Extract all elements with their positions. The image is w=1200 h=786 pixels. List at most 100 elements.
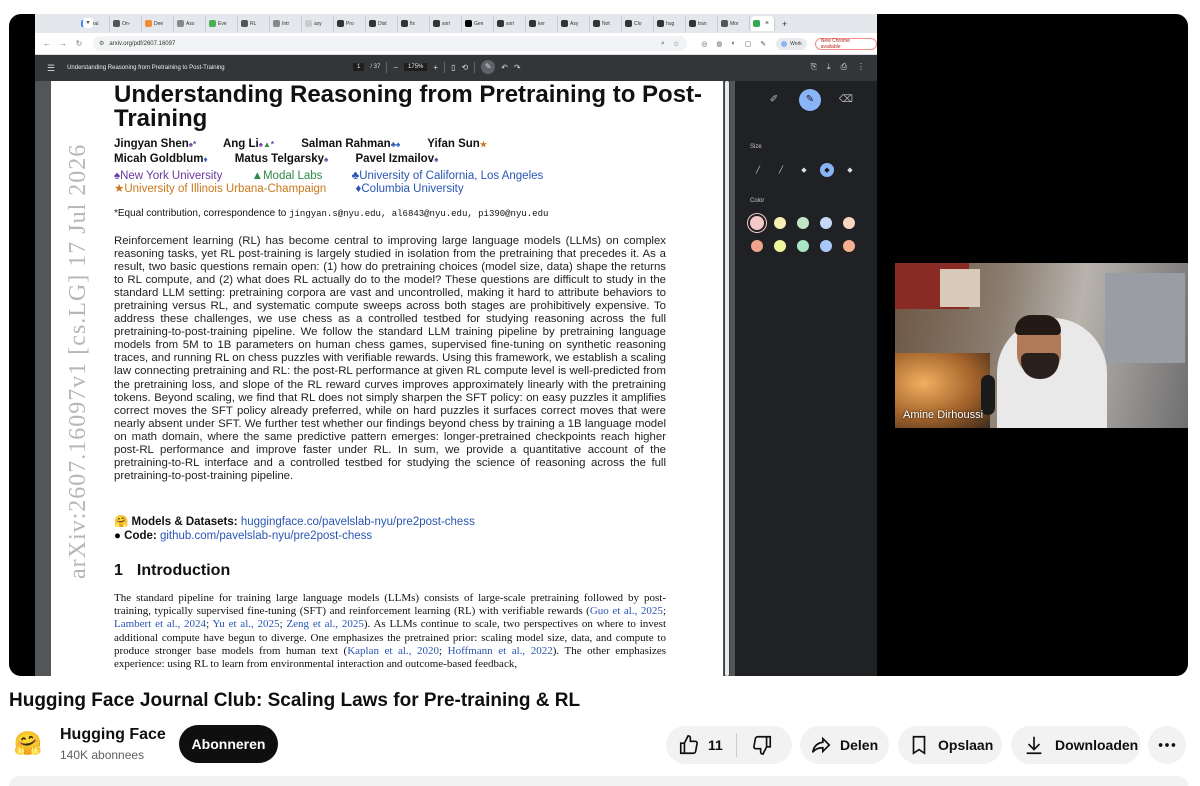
zoom-out-icon: − (393, 62, 399, 72)
redo-icon: ↷ (513, 62, 521, 72)
tab-label: Eve (218, 20, 227, 27)
introduction-text: The standard pipeline for training large… (114, 592, 666, 671)
pdf-right-controls: ⎘ ⤓ ⎙ ⋮ (811, 62, 865, 72)
browser-tab: Ass (175, 16, 206, 31)
tab-label: ker (538, 20, 545, 27)
annotation-tools: ✐ ✎ ⌫ (763, 89, 857, 111)
tab-favicon-icon (657, 20, 664, 27)
print-icon: ⎙ (840, 62, 847, 71)
browser-tab: Asy (559, 16, 590, 31)
color-swatch (774, 240, 786, 252)
extension-icon: ✎ (760, 40, 767, 48)
paper-title: Understanding Reasoning from Pretraining… (114, 81, 703, 132)
tab-favicon-icon (625, 20, 632, 27)
browser-tab: Intr (271, 16, 302, 31)
browser-tab: RL (239, 16, 270, 31)
participant-name: Amine Dirhoussi (903, 409, 984, 421)
color-swatch (797, 240, 809, 252)
resource-links: 🤗 Models & Datasets: huggingface.co/pave… (114, 516, 475, 542)
tab-label: Clo (634, 20, 642, 27)
tab-close-icon: × (765, 20, 770, 27)
extension-icon: ◍ (716, 40, 723, 48)
tab-favicon-icon (465, 20, 472, 27)
channel-name[interactable]: Hugging Face (60, 726, 166, 744)
description-panel-edge (9, 776, 1188, 786)
browser-tab: Dist (367, 16, 398, 31)
equal-contribution-text: *Equal contribution, correspondence to (114, 208, 287, 219)
color-swatch (820, 240, 832, 252)
browser-toolbar: ← → ↻ ⚙ arxiv.org/pdf/2607.16097 ⌕ ☆ ◎ ◍… (35, 33, 877, 55)
zoom-in-icon: + (433, 62, 439, 72)
bookmark-star-icon: ☆ (672, 40, 680, 48)
tab-label: Ass (186, 20, 195, 27)
browser-tab: Pro (335, 16, 366, 31)
browser-tab: sori (495, 16, 526, 31)
subscribe-button[interactable]: Abonneren (179, 725, 278, 763)
share-arrow-icon (811, 736, 831, 754)
download-button[interactable]: Downloaden (1011, 726, 1141, 764)
zoom-level: 175% (404, 63, 428, 71)
citation: Guo et al., 2025 (589, 605, 663, 618)
author: Pavel Izmailov (355, 153, 435, 165)
tab-favicon-icon (145, 20, 152, 27)
site-info-icon: ⚙ (98, 41, 105, 47)
save-button[interactable]: Opslaan (898, 726, 1002, 764)
zoom-icon: ⌕ (661, 39, 665, 47)
tab-label: Dist (378, 20, 387, 27)
divider (444, 61, 446, 73)
size-option-icon: ◆ (801, 167, 807, 174)
browser-tab: Eve (207, 16, 238, 31)
browser-tab: ker (527, 16, 558, 31)
share-button[interactable]: Delen (800, 726, 889, 764)
tab-favicon-icon (433, 20, 440, 27)
size-options: ╱ ╱ ◆ ◆ ◆ (751, 163, 857, 177)
browser-tab: sori (431, 16, 462, 31)
new-tab-icon: + (782, 18, 788, 29)
tab-label: hug (666, 20, 675, 27)
tab-favicon-icon (177, 20, 184, 27)
page-total: / 37 (370, 64, 381, 70)
affiliation: New York University (120, 170, 223, 182)
page-number: 1 (353, 63, 365, 71)
speaker-hair (1015, 315, 1061, 335)
thumbs-down-icon (753, 735, 772, 755)
browser-tab: fix (399, 16, 430, 31)
wall-poster (940, 269, 980, 307)
browser-tab: Clo (623, 16, 654, 31)
tab-label: fix (410, 20, 415, 27)
video-player[interactable]: ▾ Trai On- Dee Ass Eve RL Intr asy Pro Dist fix sor… (9, 14, 1188, 676)
dislike-button[interactable] (737, 734, 773, 756)
tab-search-icon: ▾ (83, 18, 93, 28)
channel-avatar[interactable]: 🤗 (13, 728, 43, 758)
tab-label: tran (698, 20, 707, 27)
size-option-icon: ╱ (778, 167, 784, 174)
size-option-icon: ◆ (820, 163, 834, 177)
color-swatch (750, 216, 764, 230)
tab-label: Gen (474, 20, 484, 27)
models-label: Models & Datasets (131, 516, 234, 528)
profile-pill: Work (776, 37, 807, 50)
affiliation: University of California, Los Angeles (359, 170, 544, 182)
correspondence-emails: jingyan.s@nyu.edu, al6843@nyu.edu, pi390… (289, 209, 549, 219)
affiliation: Modal Labs (262, 170, 323, 182)
annotate-pen-icon: ✎ (481, 60, 496, 74)
browser-tab: hug (655, 16, 686, 31)
more-horiz-icon (1158, 743, 1176, 747)
citation: Lambert et al., 2024 (114, 618, 207, 631)
affiliation: University of Illinois Urbana-Champaign (124, 183, 327, 195)
address-bar: ⚙ arxiv.org/pdf/2607.16097 ⌕ ☆ (92, 36, 688, 51)
tab-label: On- (122, 20, 131, 27)
tab-favicon-icon (529, 20, 536, 27)
browser-tab: Dee (143, 16, 174, 31)
author: Ang Li (222, 138, 259, 150)
more-actions-button[interactable] (1148, 726, 1186, 764)
reload-icon: ↻ (75, 39, 83, 48)
pdf-scrollbar (724, 81, 730, 676)
tab-label: RL (250, 20, 257, 27)
like-button[interactable]: 11 (666, 734, 736, 756)
color-swatch (797, 217, 809, 229)
extension-icon: ◐ (731, 39, 736, 47)
github-icon: ● (114, 530, 121, 542)
pdf-toolbar: ☰ Understanding Reasoning from Pretraini… (35, 55, 877, 81)
profile-label: Work (790, 40, 802, 47)
